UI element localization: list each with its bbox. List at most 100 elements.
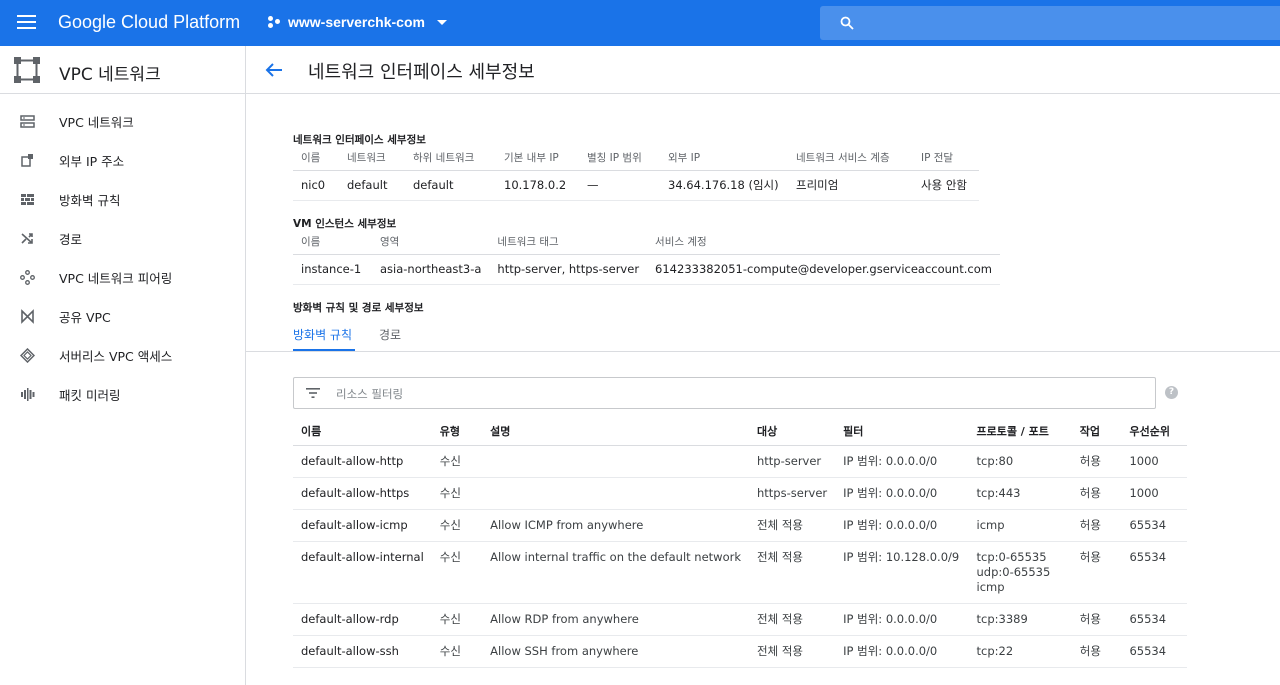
sidebar-item-external-ip[interactable]: 외부 IP 주소	[0, 144, 245, 176]
tab-firewall-rules[interactable]: 방화벽 규칙	[293, 326, 352, 343]
app-title[interactable]: Google Cloud Platform	[58, 12, 240, 33]
table-row: default-allow-internal 수신 Allow internal…	[293, 541, 1187, 604]
firewall-icon	[21, 193, 34, 205]
table-cell: 전체 적용	[749, 509, 836, 542]
table-cell: 전체 적용	[749, 541, 836, 604]
table-cell: IP 범위: 0.0.0.0/0	[835, 477, 969, 510]
column-header[interactable]: 작업	[1071, 417, 1122, 446]
table-row: default-allow-http 수신 http-server IP 범위:…	[293, 445, 1187, 478]
instance-link[interactable]: instance-1	[293, 254, 372, 285]
column-header[interactable]: 프로토콜 / 포트	[968, 417, 1072, 446]
sidebar-item-routes[interactable]: 경로	[0, 222, 245, 254]
sidebar-item-peering[interactable]: VPC 네트워크 피어링	[0, 261, 245, 293]
table-cell: 수신	[431, 509, 483, 542]
column-header[interactable]: 우선순위	[1121, 417, 1187, 446]
table-cell: tcp:3389	[968, 603, 1072, 636]
table-cell: 수신	[431, 445, 483, 478]
table-cell	[482, 477, 749, 510]
table-cell: tcp:443	[968, 477, 1072, 510]
table-cell: —	[579, 170, 660, 201]
column-header: 영역	[372, 229, 490, 255]
table-cell: 10.178.0.2	[496, 170, 579, 201]
table-cell: default	[339, 170, 405, 201]
column-header[interactable]: 유형	[431, 417, 483, 446]
table-row: default-allow-rdp 수신 Allow RDP from anyw…	[293, 603, 1187, 636]
table-cell: 수신	[431, 603, 483, 636]
table-cell: 허용	[1071, 477, 1122, 510]
rule-name-link[interactable]: default-allow-ssh	[293, 635, 432, 668]
menu-icon[interactable]	[17, 15, 36, 29]
page-header: 네트워크 인터페이스 세부정보	[246, 46, 1280, 94]
rules-section-title: 방화벽 규칙 및 경로 세부정보	[293, 302, 424, 314]
search-input[interactable]	[820, 6, 1280, 40]
table-cell: tcp:22	[968, 635, 1072, 668]
sidebar-item-label: VPC 네트워크 피어링	[59, 270, 173, 286]
vpc-logo-icon	[14, 57, 40, 83]
help-icon[interactable]: ?	[1165, 386, 1178, 399]
project-name: www-serverchk-com	[288, 14, 425, 30]
table-cell: 65534	[1121, 603, 1187, 636]
sidebar-item-vpc-network[interactable]: VPC 네트워크	[0, 105, 245, 137]
serverless-icon	[20, 347, 35, 363]
table-cell: 614233382051-compute@developer.gservicea…	[647, 254, 1000, 285]
protocol-port: icmp	[976, 579, 1005, 594]
table-cell: Allow ICMP from anywhere	[482, 509, 749, 542]
protocol-port: tcp:3389	[976, 611, 1028, 626]
column-header: 이름	[293, 229, 372, 255]
rule-name-link[interactable]: default-allow-rdp	[293, 603, 432, 636]
sidebar-title: VPC 네트워크	[59, 65, 161, 85]
table-cell: 수신	[431, 635, 483, 668]
sidebar-item-shared-vpc[interactable]: 공유 VPC	[0, 300, 245, 332]
search-icon	[840, 16, 854, 30]
table-cell: tcp:80	[968, 445, 1072, 478]
table-row: default-allow-icmp 수신 Allow ICMP from an…	[293, 509, 1187, 542]
table-cell: https-server	[749, 477, 836, 510]
firewall-rules-table: 이름 유형 설명 대상 필터 프로토콜 / 포트 작업 우선순위 default…	[293, 417, 1187, 668]
table-cell: IP 범위: 0.0.0.0/0	[835, 509, 969, 542]
sidebar-item-packet-mirroring[interactable]: 패킷 미러링	[0, 378, 245, 410]
table-cell: 허용	[1071, 509, 1122, 542]
sidebar-item-firewall[interactable]: 방화벽 규칙	[0, 183, 245, 215]
vpc-network-icon	[20, 114, 35, 128]
table-cell: 전체 적용	[749, 635, 836, 668]
table-cell: Allow SSH from anywhere	[482, 635, 749, 668]
chevron-down-icon	[436, 19, 447, 25]
table-cell: http-server, https-server	[489, 254, 648, 285]
tab-routes[interactable]: 경로	[379, 326, 401, 343]
sidebar-item-label: 공유 VPC	[59, 309, 111, 325]
table-row: instance-1 asia-northeast3-a http-server…	[293, 254, 1000, 285]
table-header-row: 이름 네트워크 하위 네트워크 기본 내부 IP 별칭 IP 범위 외부 IP …	[293, 145, 979, 171]
column-header[interactable]: 필터	[835, 417, 969, 446]
page-title: 네트워크 인터페이스 세부정보	[308, 62, 535, 83]
active-tab-indicator	[293, 349, 355, 351]
table-header-row: 이름 유형 설명 대상 필터 프로토콜 / 포트 작업 우선순위	[293, 417, 1187, 446]
table-cell: tcp:0-65535 udp:0-65535 icmp	[968, 541, 1072, 604]
protocol-port: icmp	[976, 517, 1005, 532]
project-selector[interactable]: www-serverchk-com	[268, 14, 447, 30]
column-header[interactable]: 설명	[482, 417, 749, 446]
column-header: IP 전달	[913, 145, 979, 171]
rule-name-link[interactable]: default-allow-icmp	[293, 509, 432, 542]
protocol-port: tcp:443	[976, 485, 1021, 500]
table-cell: http-server	[749, 445, 836, 478]
sidebar-item-label: 방화벽 규칙	[59, 192, 121, 208]
rule-name-link[interactable]: default-allow-https	[293, 477, 432, 510]
rule-name-link[interactable]: default-allow-internal	[293, 541, 432, 604]
table-row: default-allow-ssh 수신 Allow SSH from anyw…	[293, 635, 1187, 668]
table-cell: 허용	[1071, 603, 1122, 636]
protocol-port: tcp:22	[976, 643, 1014, 658]
filter-input[interactable]: 리소스 필터링	[293, 377, 1156, 409]
table-cell: icmp	[968, 509, 1072, 542]
column-header[interactable]: 이름	[293, 417, 432, 446]
rule-name-link[interactable]: default-allow-http	[293, 445, 432, 478]
shared-vpc-icon	[21, 308, 34, 324]
sidebar-header: VPC 네트워크	[0, 46, 245, 94]
column-header[interactable]: 대상	[749, 417, 836, 446]
top-bar: Google Cloud Platform www-serverchk-com	[0, 0, 1280, 46]
sidebar-item-serverless-vpc[interactable]: 서버리스 VPC 액세스	[0, 339, 245, 371]
table-cell: asia-northeast3-a	[372, 254, 490, 285]
table-cell: nic0	[293, 170, 339, 201]
table-header-row: 이름 영역 네트워크 태그 서비스 계정	[293, 229, 1000, 255]
back-arrow-icon[interactable]	[264, 60, 284, 80]
column-header: 하위 네트워크	[405, 145, 496, 171]
